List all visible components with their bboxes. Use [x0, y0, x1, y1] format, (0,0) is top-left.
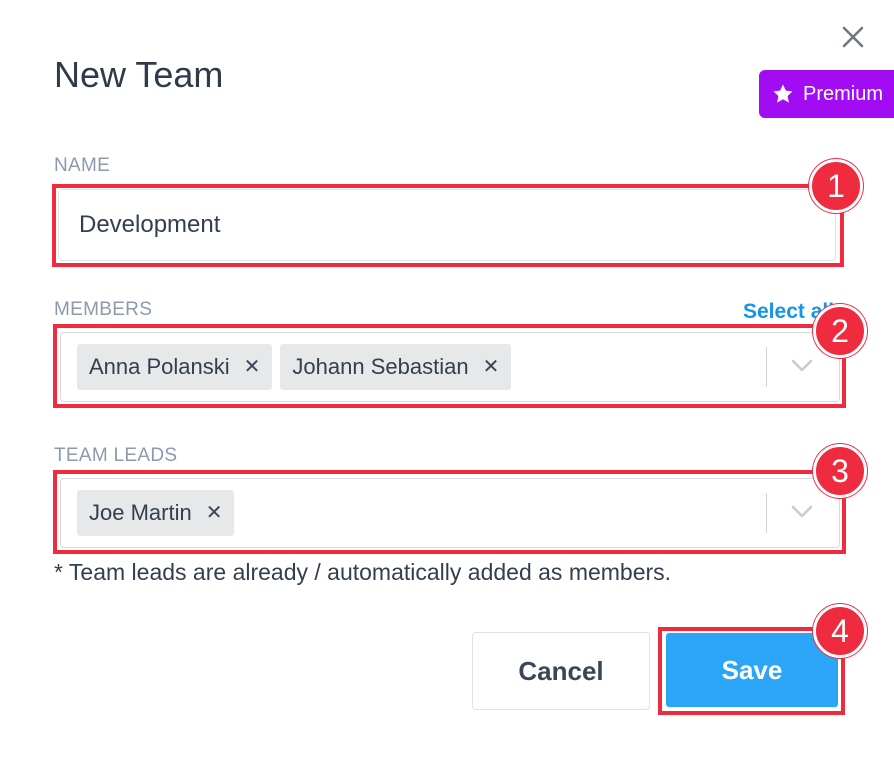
close-button[interactable] [832, 16, 872, 56]
team-lead-tag-label: Joe Martin [89, 500, 192, 525]
premium-label: Premium [803, 82, 884, 105]
dropdown-separator [766, 347, 767, 387]
team-leads-select[interactable]: Joe Martin ✕ [60, 478, 840, 548]
save-button[interactable]: Save [666, 633, 838, 707]
close-icon [842, 26, 864, 48]
remove-tag-icon[interactable]: ✕ [206, 503, 223, 523]
team-leads-note: * Team leads are already / automatically… [54, 559, 672, 585]
member-tag-label: Johann Sebastian [292, 354, 469, 379]
star-icon [773, 84, 793, 103]
step-badge-1: 1 [809, 159, 863, 213]
cancel-button[interactable]: Cancel [472, 632, 650, 710]
step-badge-2: 2 [813, 304, 867, 358]
member-tag: Johann Sebastian ✕ [280, 344, 512, 390]
dropdown-separator [766, 493, 767, 533]
remove-tag-icon[interactable]: ✕ [244, 357, 261, 377]
step-badge-3: 3 [813, 444, 867, 498]
name-label: NAME [54, 155, 111, 176]
members-select[interactable]: Anna Polanski ✕ Johann Sebastian ✕ [60, 332, 840, 402]
premium-badge[interactable]: Premium [759, 70, 894, 118]
member-tag: Anna Polanski ✕ [77, 344, 273, 390]
remove-tag-icon[interactable]: ✕ [483, 357, 500, 377]
chevron-down-icon[interactable] [791, 505, 813, 519]
team-name-input[interactable]: Development [58, 189, 836, 261]
chevron-down-icon[interactable] [791, 359, 813, 373]
step-badge-4: 4 [813, 604, 867, 658]
team-lead-tag: Joe Martin ✕ [77, 490, 235, 536]
team-leads-label: TEAM LEADS [54, 445, 178, 466]
member-tag-label: Anna Polanski [89, 354, 230, 379]
dialog-title: New Team [54, 54, 224, 95]
members-label: MEMBERS [54, 299, 153, 320]
